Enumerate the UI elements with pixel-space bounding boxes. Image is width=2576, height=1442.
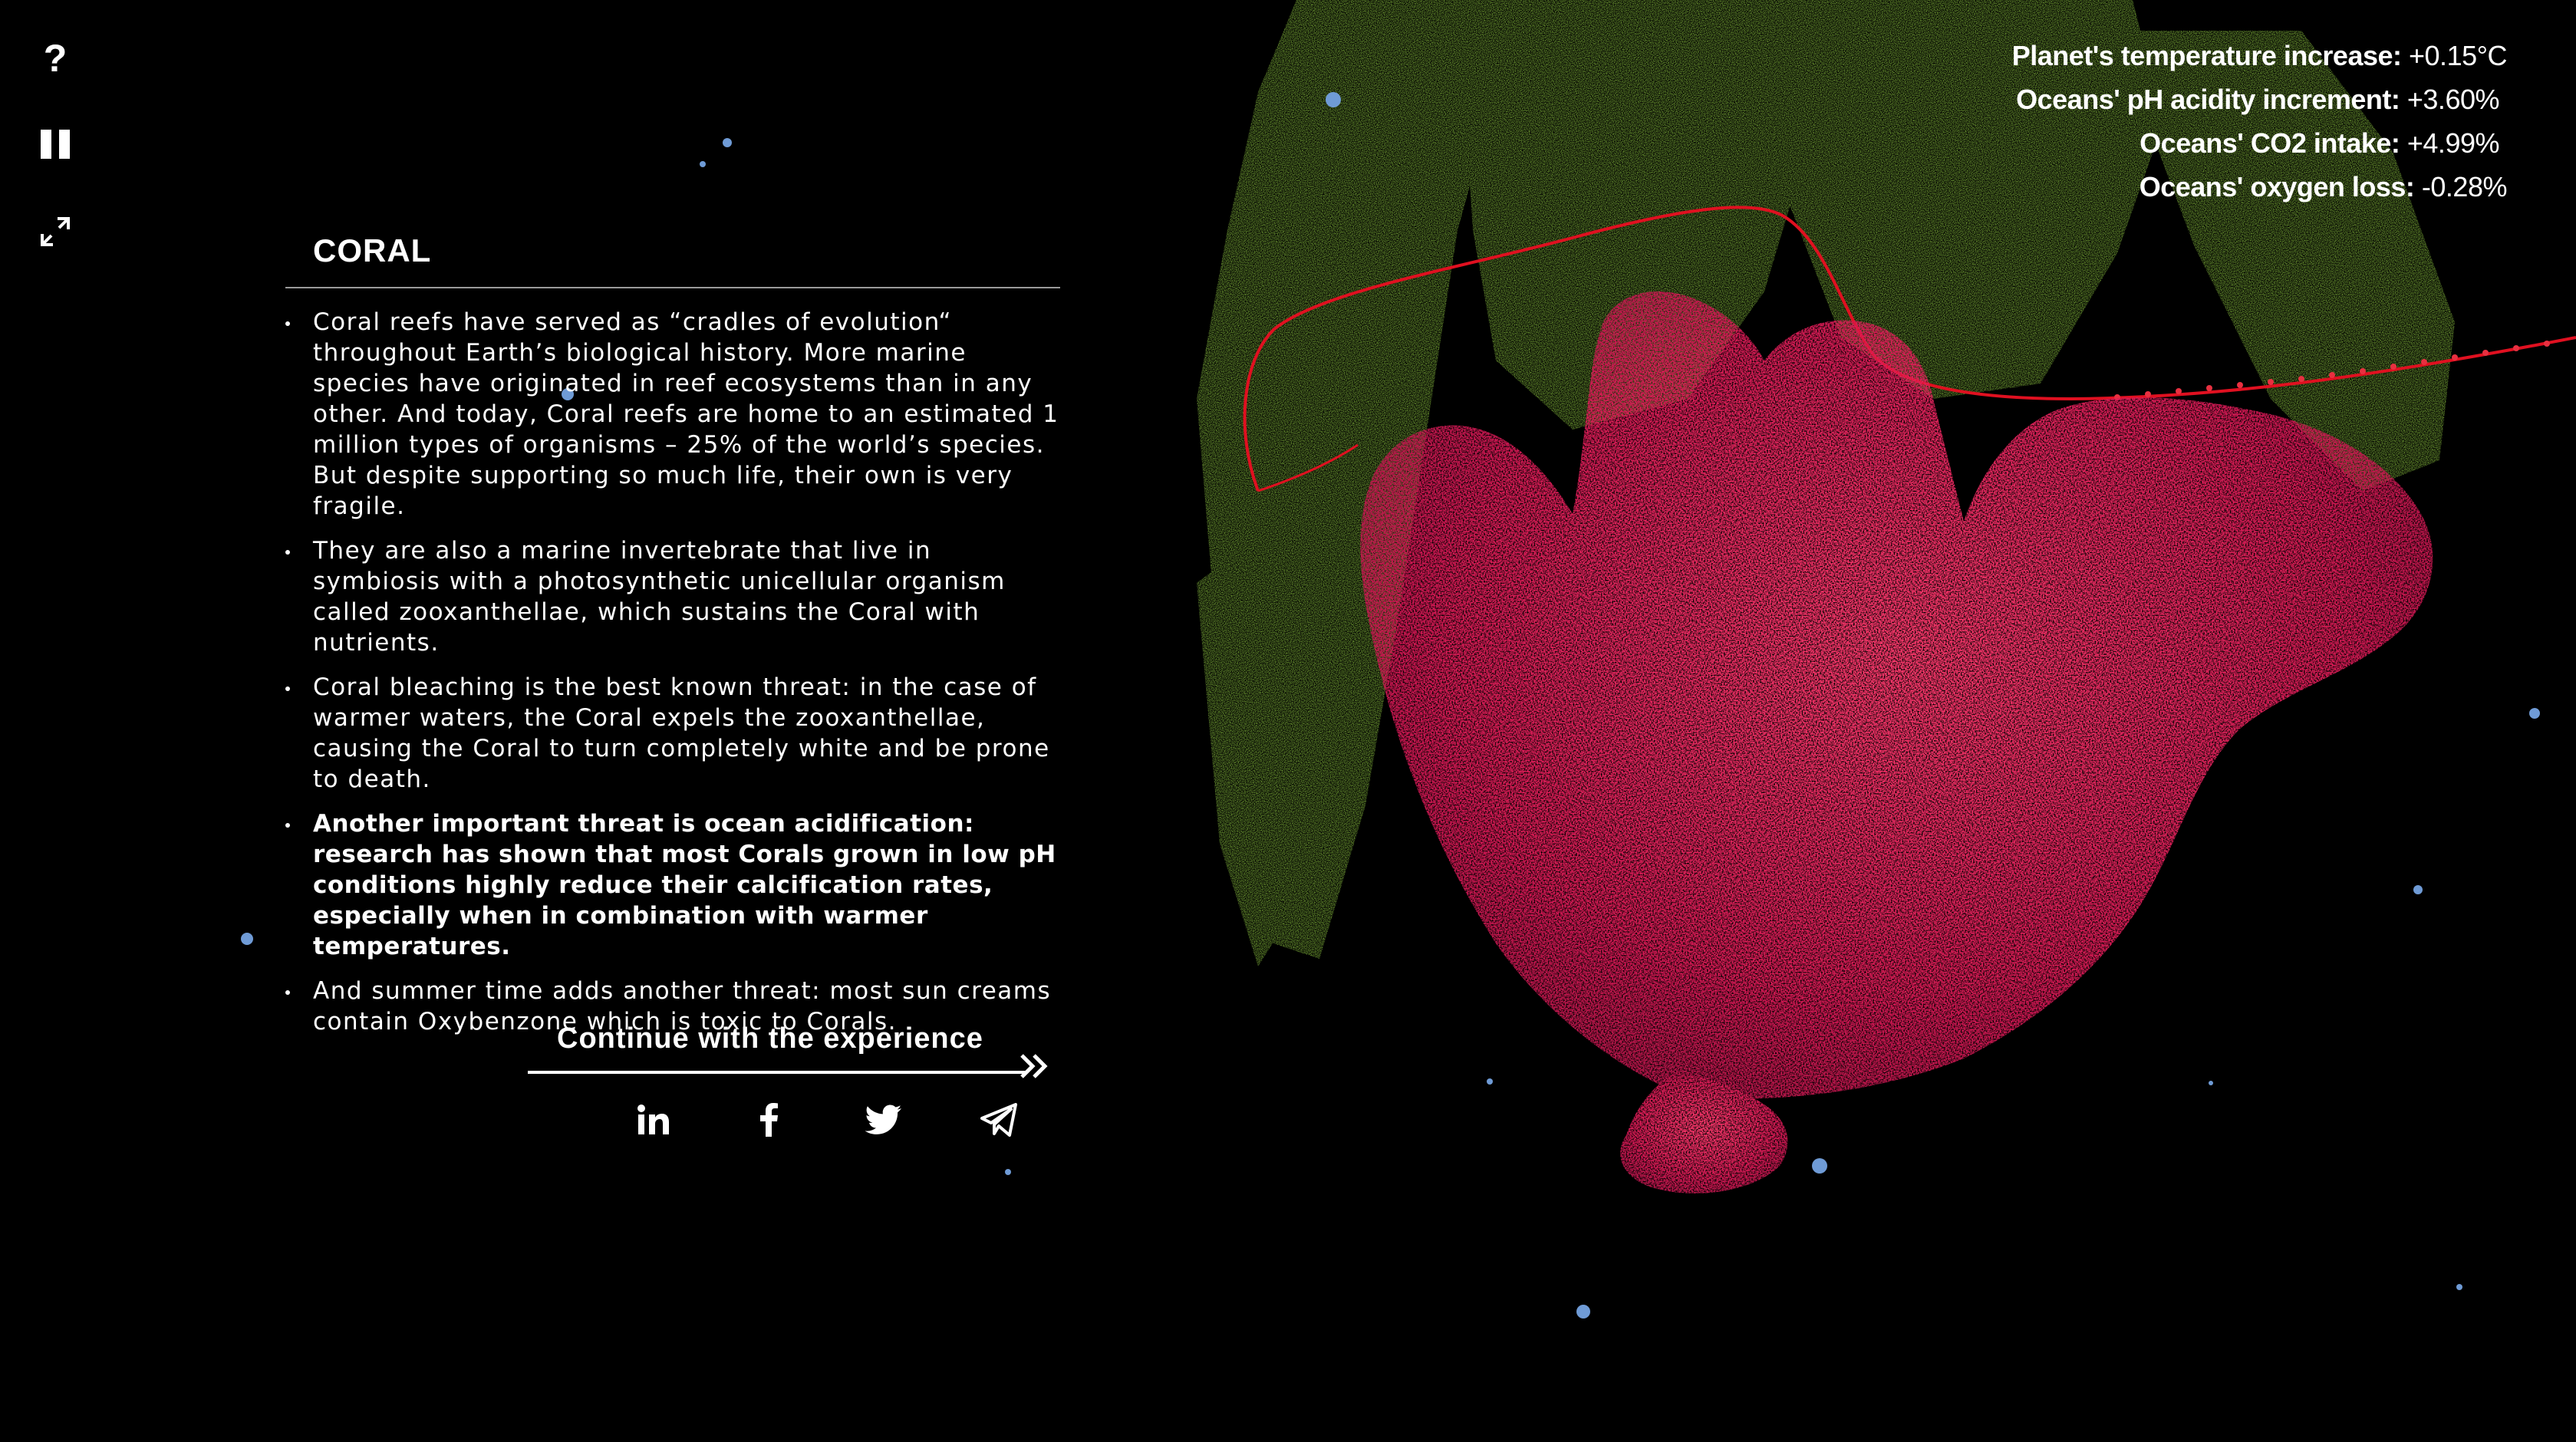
help-icon: ? (43, 37, 68, 80)
stat-ph-acidity: Oceans' pH acidity increment: +3.60% (2012, 77, 2499, 121)
share-linkedin-button[interactable] (632, 1098, 675, 1141)
experience-stage: ? Planet's temperature increase: +0.15°C… (0, 0, 2576, 1442)
fact-item: Coral reefs have served as “cradles of e… (285, 307, 1060, 522)
pause-button[interactable] (34, 123, 77, 166)
title-divider (285, 287, 1060, 288)
stat-label: Oceans' pH acidity increment: (2016, 84, 2400, 115)
panel-title: CORAL (313, 232, 432, 268)
stat-co2-intake: Oceans' CO2 intake: +4.99% (2012, 121, 2499, 165)
ocean-stats: Planet's temperature increase: +0.15°C O… (2011, 34, 2508, 209)
double-chevron-right-icon (1020, 1054, 1048, 1078)
fact-item-highlight: Another important threat is ocean acidif… (285, 808, 1060, 962)
continue-button[interactable]: Continue with the experience (528, 1016, 1052, 1078)
share-twitter-button[interactable] (862, 1098, 905, 1141)
share-telegram-button[interactable] (977, 1098, 1020, 1141)
send-icon (980, 1103, 1017, 1137)
stat-label: Planet's temperature increase: (2011, 40, 2402, 71)
help-button[interactable]: ? (34, 37, 77, 80)
stat-value: -0.28% (2421, 171, 2508, 202)
fact-item: Coral bleaching is the best known threat… (285, 672, 1060, 795)
continue-label: Continue with the experience (557, 1022, 983, 1055)
fact-list: Coral reefs have served as “cradles of e… (285, 307, 1060, 1037)
continue-underline (528, 1071, 1025, 1074)
linkedin-icon (637, 1105, 669, 1134)
twitter-icon (865, 1105, 901, 1134)
stat-oxygen-loss: Oceans' oxygen loss: -0.28% (2012, 165, 2508, 209)
stat-label: Oceans' CO2 intake: (2140, 127, 2400, 159)
stat-label: Oceans' oxygen loss: (2139, 171, 2415, 202)
pause-icon (41, 130, 70, 159)
expand-icon (41, 217, 70, 246)
stat-value: +3.60% (2406, 84, 2500, 115)
facebook-icon (760, 1103, 778, 1137)
fact-item: They are also a marine invertebrate that… (285, 535, 1060, 658)
share-facebook-button[interactable] (747, 1098, 790, 1141)
stat-value: +0.15°C (2409, 40, 2507, 71)
fullscreen-button[interactable] (34, 210, 77, 253)
species-info-panel: CORAL Coral reefs have served as “cradle… (285, 227, 1060, 1051)
stat-value: +4.99% (2406, 127, 2500, 159)
stat-temperature: Planet's temperature increase: +0.15°C (2011, 34, 2508, 77)
coral-fan (1360, 291, 2433, 1193)
